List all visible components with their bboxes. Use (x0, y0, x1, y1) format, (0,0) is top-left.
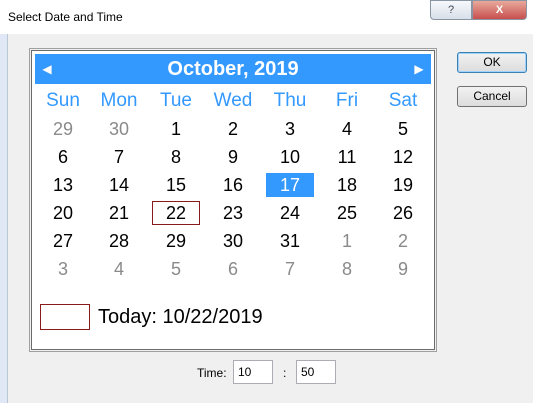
weekday-label: Sun (46, 90, 80, 111)
weekday-label: Tue (159, 90, 193, 111)
weekday-label: Thu (273, 90, 307, 111)
day-cell[interactable]: 12 (379, 145, 427, 169)
day-cell[interactable]: 5 (379, 117, 427, 141)
day-cell[interactable]: 29 (39, 117, 87, 141)
help-icon: ? (447, 4, 455, 16)
day-cell[interactable]: 6 (209, 257, 257, 281)
today-day-cell[interactable]: 22 (152, 201, 200, 225)
day-cell[interactable]: 16 (209, 173, 257, 197)
day-cell[interactable]: 30 (95, 117, 143, 141)
calendar-header: October, 2019 ◀ ▶ (35, 54, 431, 84)
today-link[interactable]: Today: 10/22/2019 (98, 304, 263, 330)
time-separator: : (283, 366, 287, 380)
help-button[interactable]: ? (430, 0, 472, 20)
day-cell[interactable]: 7 (95, 145, 143, 169)
day-cell[interactable]: 13 (39, 173, 87, 197)
day-cell[interactable]: 25 (323, 201, 371, 225)
time-label: Time: (197, 366, 227, 380)
day-cell[interactable]: 8 (323, 257, 371, 281)
day-cell[interactable]: 7 (266, 257, 314, 281)
day-cell[interactable]: 20 (39, 201, 87, 225)
day-cell[interactable]: 26 (379, 201, 427, 225)
day-cell[interactable]: 6 (39, 145, 87, 169)
close-icon: X (495, 4, 504, 16)
day-cell[interactable]: 3 (39, 257, 87, 281)
month-title[interactable]: October, 2019 (35, 54, 431, 84)
triangle-left-icon: ◀ (42, 62, 52, 76)
day-cell[interactable]: 31 (266, 229, 314, 253)
next-month-button[interactable]: ▶ (409, 54, 429, 84)
day-cell[interactable]: 15 (152, 173, 200, 197)
triangle-right-icon: ▶ (414, 62, 424, 76)
ok-button[interactable]: OK (457, 52, 527, 73)
day-cell[interactable]: 4 (323, 117, 371, 141)
day-cell[interactable]: 23 (209, 201, 257, 225)
day-cell[interactable]: 11 (323, 145, 371, 169)
day-cell[interactable]: 28 (95, 229, 143, 253)
day-cell[interactable]: 4 (95, 257, 143, 281)
day-cell[interactable]: 2 (209, 117, 257, 141)
minute-input[interactable] (296, 360, 336, 384)
day-cell[interactable]: 30 (209, 229, 257, 253)
day-cell[interactable]: 5 (152, 257, 200, 281)
day-cell[interactable]: 9 (209, 145, 257, 169)
hour-input[interactable] (233, 360, 273, 384)
day-cell[interactable]: 2 (379, 229, 427, 253)
day-cell[interactable]: 29 (152, 229, 200, 253)
day-cell[interactable]: 14 (95, 173, 143, 197)
today-indicator-box[interactable] (40, 304, 90, 330)
day-cell[interactable]: 18 (323, 173, 371, 197)
day-cell[interactable]: 1 (152, 117, 200, 141)
title-bar: Select Date and Time ? X (0, 0, 533, 34)
cancel-button[interactable]: Cancel (457, 86, 527, 107)
day-cell[interactable]: 27 (39, 229, 87, 253)
weekday-label: Mon (100, 90, 138, 111)
day-cell[interactable]: 1 (323, 229, 371, 253)
close-button[interactable]: X (472, 0, 527, 20)
previous-month-button[interactable]: ◀ (37, 54, 57, 84)
day-cell[interactable]: 9 (379, 257, 427, 281)
weekday-label: Sat (388, 90, 418, 111)
day-cell[interactable]: 3 (266, 117, 314, 141)
weekday-header-row: Sun Mon Tue Wed Thu Fri Sat (35, 90, 431, 114)
day-cell[interactable]: 8 (152, 145, 200, 169)
month-calendar[interactable]: October, 2019 ◀ ▶ Sun Mon Tue Wed Thu Fri Sat … (31, 50, 435, 350)
window-frame (0, 34, 8, 403)
day-cell[interactable]: 21 (95, 201, 143, 225)
day-cell[interactable]: 10 (266, 145, 314, 169)
selected-day-cell[interactable]: 17 (266, 173, 314, 197)
window-title: Select Date and Time (8, 10, 123, 24)
weekday-label: Fri (335, 90, 359, 111)
weekday-label: Wed (213, 90, 253, 111)
day-cell[interactable]: 24 (266, 201, 314, 225)
day-cell[interactable]: 19 (379, 173, 427, 197)
